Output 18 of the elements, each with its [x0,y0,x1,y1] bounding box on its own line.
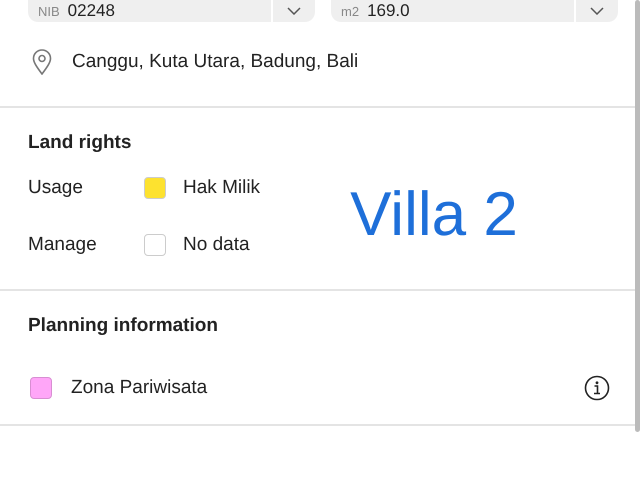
zone-label: Zona Pariwisata [71,377,208,399]
location-text: Canggu, Kuta Utara, Badung, Bali [72,51,358,73]
scrollbar[interactable] [635,0,640,432]
row-label: Usage [28,177,84,199]
section-heading: Planning information [28,315,219,337]
field-label: m2 [341,4,360,18]
section-heading: Land rights [28,132,132,154]
dropdown-field[interactable]: m2 169.0 [331,0,618,22]
row-label: Manage [28,234,98,256]
row-value: No data [183,234,250,256]
villa-label: Villa 2 [350,179,518,250]
field-value: 02248 [68,1,116,21]
row-value: Hak Milik [183,177,260,199]
location-pin-icon [32,49,52,75]
field-value: 169.0 [367,1,411,21]
info-icon[interactable] [584,375,610,401]
field-label: NIB [38,4,60,18]
dropdown-field[interactable]: NIB 02248 [28,0,315,22]
